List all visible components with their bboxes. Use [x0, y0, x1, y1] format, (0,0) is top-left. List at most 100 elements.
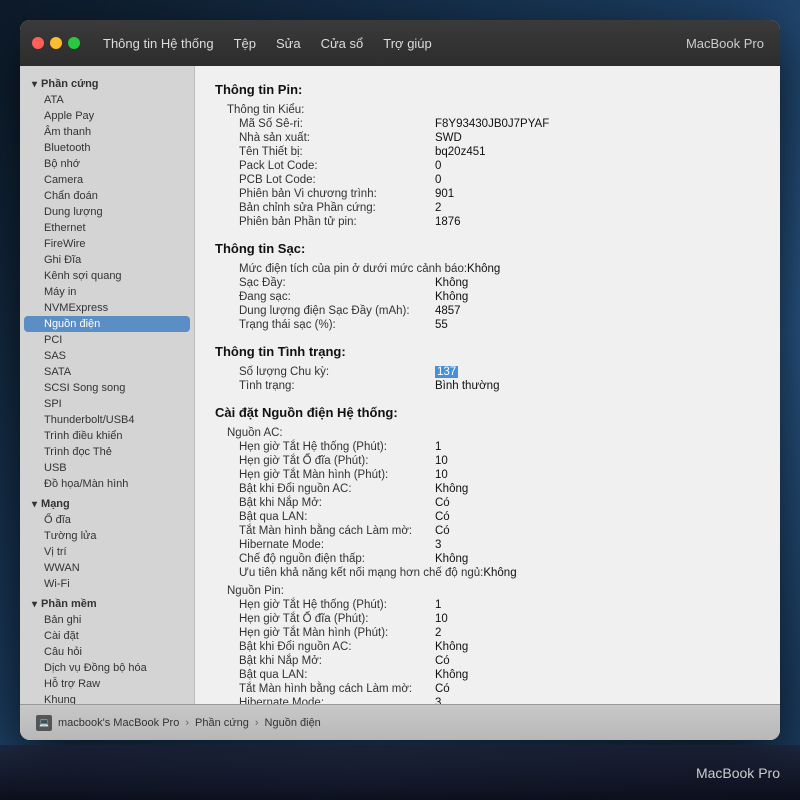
menu-file[interactable]: Tệp — [226, 34, 264, 53]
close-button[interactable] — [32, 37, 44, 49]
cai-dat-title: Cài đặt Nguồn điện Hệ thống: — [215, 405, 760, 420]
sidebar-item-odia[interactable]: Ổ đĩa — [20, 512, 194, 528]
info-label: Sạc Đầy: — [215, 277, 435, 289]
content-area: Phần cứng ATA Apple Pay Âm thanh Bluetoo… — [20, 66, 780, 704]
sidebar-item-usb[interactable]: USB — [20, 460, 194, 476]
info-value: Có — [435, 525, 450, 537]
sidebar-item-ghidia[interactable]: Ghi Đĩa — [20, 252, 194, 268]
statusbar: 💻 macbook's MacBook Pro › Phần cứng › Ng… — [20, 704, 780, 740]
info-row: Bật khi Đổi nguồn AC:Không — [215, 640, 760, 654]
breadcrumb-sep2: › — [255, 717, 259, 729]
info-row: Hẹn giờ Tắt Màn hình (Phút):2 — [215, 626, 760, 640]
info-value: 3 — [435, 697, 441, 704]
info-value: Có — [435, 497, 450, 509]
info-value: Không — [435, 483, 468, 495]
sidebar-item-trinhdieukien[interactable]: Trình điều khiển — [20, 428, 194, 444]
sidebar-item-caidat[interactable]: Cài đặt — [20, 628, 194, 644]
sidebar-section-hardware: Phần cứng ATA Apple Pay Âm thanh Bluetoo… — [20, 74, 194, 492]
sidebar-item-banghi[interactable]: Bản ghi — [20, 612, 194, 628]
info-label: Tắt Màn hình bằng cách Làm mờ: — [215, 525, 435, 537]
sidebar-group-hardware[interactable]: Phần cứng — [20, 74, 194, 92]
info-row: Hẹn giờ Tắt Ổ đĩa (Phút):10 — [215, 454, 760, 468]
info-row: Số lượng Chu kỳ:137 — [215, 365, 760, 379]
breadcrumb: 💻 macbook's MacBook Pro › Phần cứng › Ng… — [36, 715, 321, 731]
sidebar-item-tuonglua[interactable]: Tường lửa — [20, 528, 194, 544]
info-label: PCB Lot Code: — [215, 174, 435, 186]
sidebar-item-nguondien[interactable]: Nguồn điện — [24, 316, 190, 332]
info-label: Số lượng Chu kỳ: — [215, 366, 435, 378]
sidebar-item-pci[interactable]: PCI — [20, 332, 194, 348]
breadcrumb-part3: Nguồn điện — [265, 717, 321, 729]
info-value: 2 — [435, 627, 441, 639]
sidebar-section-mang: Mạng Ổ đĩa Tường lửa Vị trí WWAN Wi-Fi — [20, 494, 194, 592]
sidebar-group-phanmem[interactable]: Phần mềm — [20, 594, 194, 612]
sidebar-item-wwan[interactable]: WWAN — [20, 560, 194, 576]
sidebar-item-trinhdocthe[interactable]: Trình đọc Thẻ — [20, 444, 194, 460]
sidebar-item-ata[interactable]: ATA — [20, 92, 194, 108]
sidebar-item-bluetooth[interactable]: Bluetooth — [20, 140, 194, 156]
main-content: Thông tin Pin: Thông tin Kiểu: Mã Số Sê-… — [195, 66, 780, 704]
menu-edit[interactable]: Sửa — [268, 34, 309, 53]
maximize-button[interactable] — [68, 37, 80, 49]
info-value: 10 — [435, 455, 448, 467]
info-label: Đang sạc: — [215, 291, 435, 303]
sidebar-item-dohoa[interactable]: Đồ họa/Màn hình — [20, 476, 194, 492]
info-label: Ưu tiên khả năng kết nối mạng hơn chế độ… — [215, 567, 483, 579]
info-label: Hibernate Mode: — [215, 539, 435, 551]
menu-app[interactable]: Thông tin Hệ thống — [95, 34, 222, 53]
info-value: Có — [435, 511, 450, 523]
sidebar-item-nvmexpress[interactable]: NVMExpress — [20, 300, 194, 316]
info-row: Đang sạc:Không — [215, 290, 760, 304]
window-title: MacBook Pro — [686, 36, 764, 51]
info-value: 10 — [435, 469, 448, 481]
info-value: Không — [435, 291, 468, 303]
info-value: 3 — [435, 539, 441, 551]
sidebar-item-applepay[interactable]: Apple Pay — [20, 108, 194, 124]
info-value: 4857 — [435, 305, 461, 317]
info-label: Bật khi Đổi nguồn AC: — [215, 483, 435, 495]
sidebar-item-bonho[interactable]: Bộ nhớ — [20, 156, 194, 172]
sidebar-item-chandoan[interactable]: Chẩn đoán — [20, 188, 194, 204]
info-row: PCB Lot Code:0 — [215, 173, 760, 187]
info-row: Bật qua LAN:Không — [215, 668, 760, 682]
sidebar-item-khung[interactable]: Khung — [20, 692, 194, 704]
sidebar-item-cauhoi[interactable]: Câu hỏi — [20, 644, 194, 660]
pin-section-title: Thông tin Pin: — [215, 82, 760, 97]
minimize-button[interactable] — [50, 37, 62, 49]
sidebar-item-camera[interactable]: Camera — [20, 172, 194, 188]
info-row: Tên Thiết bị:bq20z451 — [215, 145, 760, 159]
sidebar-item-dichvu[interactable]: Dịch vụ Đồng bộ hóa — [20, 660, 194, 676]
info-row: Mức điện tích của pin ở dưới mức cảnh bá… — [215, 262, 760, 276]
menu-window[interactable]: Cửa sổ — [313, 34, 372, 53]
info-row: Dung lượng điện Sạc Đầy (mAh):4857 — [215, 304, 760, 318]
sidebar-item-scsiss[interactable]: SCSI Song song — [20, 380, 194, 396]
sidebar-item-hotro[interactable]: Hỗ trợ Raw — [20, 676, 194, 692]
ac-title-label: Nguồn AC: — [215, 427, 435, 439]
sidebar-item-amthanh[interactable]: Âm thanh — [20, 124, 194, 140]
sidebar-item-wifi[interactable]: Wi-Fi — [20, 576, 194, 592]
info-row: Pack Lot Code:0 — [215, 159, 760, 173]
sidebar-item-thunderbolt[interactable]: Thunderbolt/USB4 — [20, 412, 194, 428]
breadcrumb-sep1: › — [185, 717, 189, 729]
tinh-trang-fields: Số lượng Chu kỳ:137Tình trạng:Bình thườn… — [215, 365, 760, 393]
sidebar-item-mayin[interactable]: Máy in — [20, 284, 194, 300]
dock-bar: MacBook Pro — [0, 745, 800, 800]
info-value: Không — [435, 277, 468, 289]
sidebar-group-mang[interactable]: Mạng — [20, 494, 194, 512]
info-value: Bình thường — [435, 380, 499, 392]
breadcrumb-part1: macbook's MacBook Pro — [58, 717, 179, 729]
info-label: Hẹn giờ Tắt Màn hình (Phút): — [215, 469, 435, 481]
sidebar-item-firewire[interactable]: FireWire — [20, 236, 194, 252]
sidebar-item-sata[interactable]: SATA — [20, 364, 194, 380]
sidebar-item-spi[interactable]: SPI — [20, 396, 194, 412]
ac-title-row: Nguồn AC: — [215, 426, 760, 440]
info-value: Không — [435, 553, 468, 565]
info-label: Trạng thái sạc (%): — [215, 319, 435, 331]
sidebar-item-dunglugong[interactable]: Dung lượng — [20, 204, 194, 220]
info-row: Hẹn giờ Tắt Màn hình (Phút):10 — [215, 468, 760, 482]
sidebar-item-ethernet[interactable]: Ethernet — [20, 220, 194, 236]
menu-help[interactable]: Trợ giúp — [375, 34, 440, 53]
sidebar-item-kenhsoi[interactable]: Kênh sợi quang — [20, 268, 194, 284]
sidebar-item-sas[interactable]: SAS — [20, 348, 194, 364]
sidebar-item-vitri[interactable]: Vị trí — [20, 544, 194, 560]
